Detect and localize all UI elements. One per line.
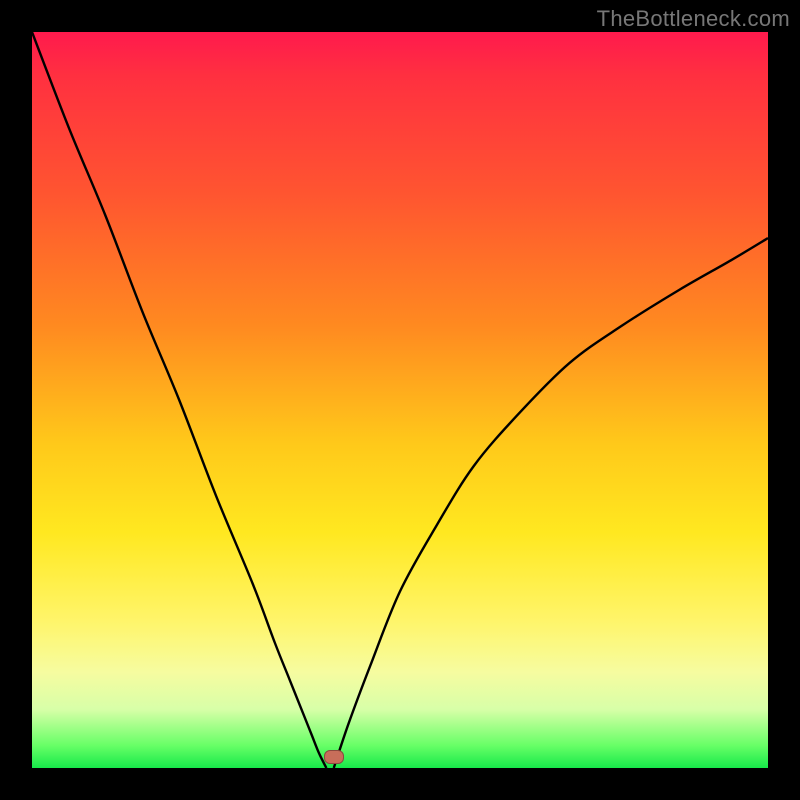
watermark-text: TheBottleneck.com	[597, 6, 790, 32]
bottleneck-curve	[32, 32, 768, 768]
plot-area	[32, 32, 768, 768]
chart-frame: TheBottleneck.com	[0, 0, 800, 800]
minimum-marker	[324, 750, 344, 764]
curve-right-branch	[334, 238, 768, 768]
curve-left-branch	[32, 32, 326, 768]
